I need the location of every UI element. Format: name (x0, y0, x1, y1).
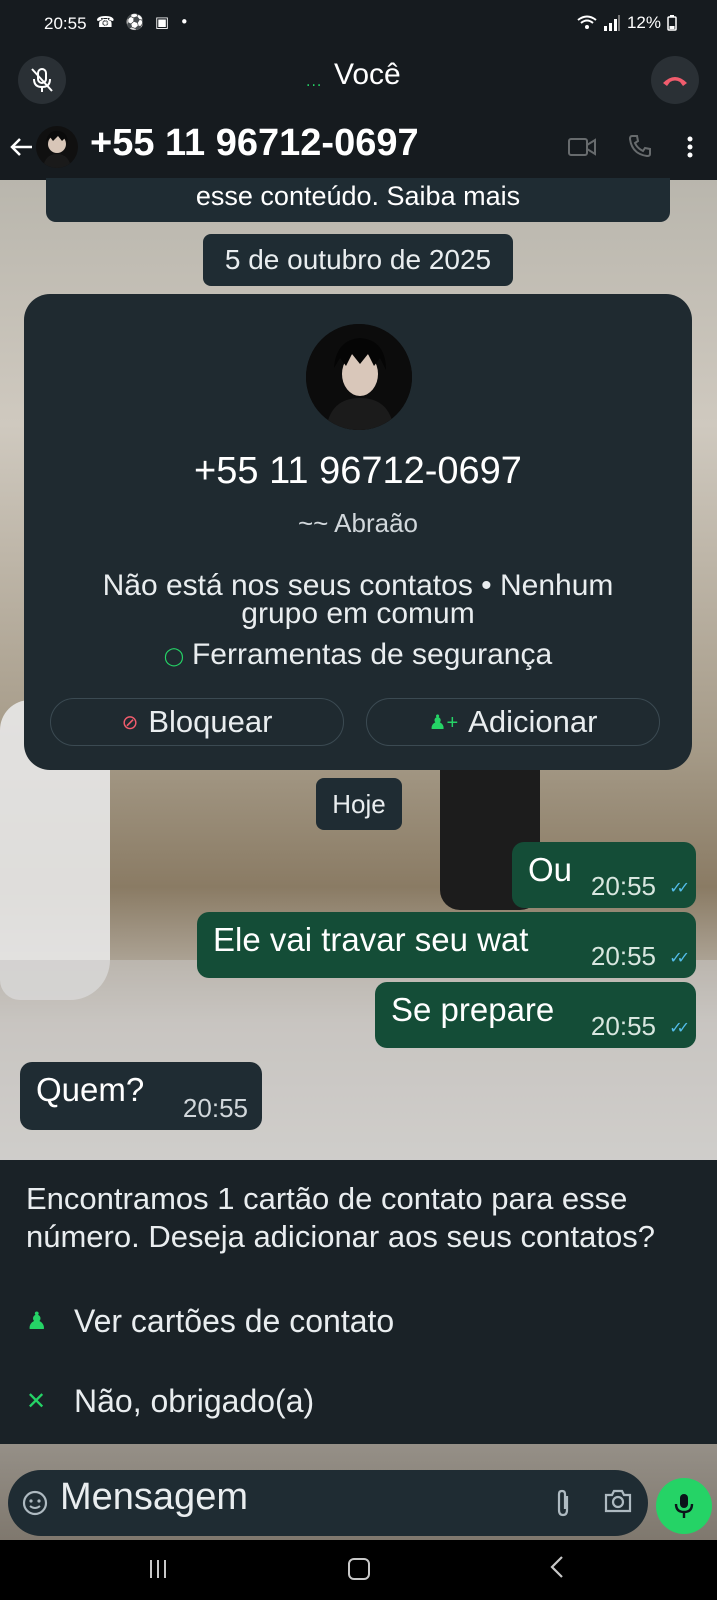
message-placeholder: Mensagem (60, 1476, 248, 1518)
read-ticks-icon: ✓✓ (669, 880, 690, 897)
safety-tools-link[interactable]: ◯ Ferramentas de segurança (24, 638, 692, 672)
encryption-notice-text: esse conteúdo. Saiba mais (195, 181, 521, 211)
home-icon[interactable] (348, 1558, 370, 1580)
nav-back-icon[interactable] (548, 1554, 566, 1580)
ongoing-call-bar[interactable]: ··· Você (0, 48, 717, 114)
battery-percent: 12% (626, 13, 661, 32)
decline-label: Não, obrigado(a) (74, 1382, 315, 1419)
more-vertical-icon[interactable] (680, 132, 700, 162)
add-person-icon: ♟+ (428, 711, 459, 734)
composer: Mensagem (0, 1444, 717, 1540)
message-text: Ou (528, 851, 573, 888)
profile-phone-number: +55 11 96712-0697 (194, 450, 522, 492)
block-button[interactable]: ⊘ Bloquear (50, 698, 344, 746)
avatar[interactable] (36, 126, 78, 168)
contact-profile-card: +55 11 96712-0697 ~~ Abraão Não está nos… (24, 294, 692, 770)
chat-header: +55 11 96712-0697 (0, 114, 717, 180)
status-right: 12% (577, 13, 677, 33)
block-icon: ⊘ (121, 711, 139, 734)
contacts-icon: ♟ (26, 1307, 48, 1335)
battery-icon (667, 15, 677, 31)
profile-avatar[interactable] (306, 324, 412, 430)
notification-icons: ☎ ⚽ ▣ • (96, 13, 192, 31)
block-label: Bloquear (148, 704, 273, 739)
video-camera-icon[interactable] (568, 136, 596, 158)
paperclip-icon[interactable] (552, 1488, 574, 1518)
message-bubble[interactable]: Ou 20:55 ✓✓ (512, 842, 696, 908)
profile-name: ~~ Abraão (298, 508, 418, 538)
profile-info: Não está nos seus contatos • Nenhum grup… (102, 569, 614, 630)
contact-card-banner: Encontramos 1 cartão de contato para ess… (0, 1160, 717, 1444)
close-icon: ✕ (26, 1387, 47, 1415)
mute-button[interactable] (18, 56, 66, 104)
wifi-icon (577, 15, 597, 29)
read-ticks-icon: ✓✓ (669, 1020, 690, 1037)
mic-button[interactable] (656, 1478, 712, 1534)
status-bar: 20:55 ☎ ⚽ ▣ • 12% (0, 0, 717, 48)
recent-apps-icon[interactable] (148, 1558, 168, 1580)
message-time: 20:55 (182, 1093, 248, 1123)
message-text: Quem? (36, 1071, 145, 1108)
add-label: Adicionar (468, 704, 598, 739)
message-text: Ele vai travar seu wat (213, 921, 529, 958)
system-nav-bar (0, 1540, 717, 1600)
status-time: 20:55 (44, 14, 87, 33)
banner-text: Encontramos 1 cartão de contato para ess… (26, 1181, 655, 1254)
mic-off-icon (31, 68, 53, 92)
camera-icon[interactable] (604, 1488, 632, 1514)
sticker-icon[interactable] (20, 1488, 50, 1518)
message-bubble[interactable]: Se prepare 20:55 ✓✓ (375, 982, 696, 1048)
read-ticks-icon: ✓✓ (669, 950, 690, 967)
view-contact-cards-button[interactable]: ♟ Ver cartões de contato (26, 1296, 686, 1346)
decline-button[interactable]: ✕ Não, obrigado(a) (26, 1376, 686, 1426)
contact-phone-number[interactable]: +55 11 96712-0697 (90, 122, 419, 165)
signal-icon (603, 15, 620, 31)
view-cards-label: Ver cartões de contato (74, 1302, 395, 1339)
message-time: 20:55 (590, 941, 656, 971)
message-bubble[interactable]: Ele vai travar seu wat 20:55 ✓✓ (197, 912, 696, 978)
message-bubble[interactable]: Quem? 20:55 (20, 1062, 262, 1130)
arrow-left-icon[interactable] (8, 132, 36, 162)
call-title: Você (334, 58, 401, 91)
end-call-button[interactable] (651, 56, 699, 104)
message-time: 20:55 (590, 1011, 656, 1041)
message-input[interactable]: Mensagem (8, 1470, 648, 1536)
date-chip: 5 de outubro de 2025 (203, 234, 513, 286)
add-contact-button[interactable]: ♟+ Adicionar (366, 698, 660, 746)
phone-icon[interactable] (628, 134, 652, 158)
encryption-notice[interactable]: esse conteúdo. Saiba mais (46, 178, 670, 222)
safety-tools-label: Ferramentas de segurança (191, 638, 553, 671)
message-time: 20:55 (590, 871, 656, 901)
end-call-icon (663, 77, 687, 86)
mic-icon (674, 1494, 694, 1518)
shield-icon: ◯ (163, 645, 184, 666)
call-active-indicator: ··· (306, 78, 323, 94)
message-text: Se prepare (391, 991, 555, 1028)
date-chip: Hoje (316, 778, 402, 830)
